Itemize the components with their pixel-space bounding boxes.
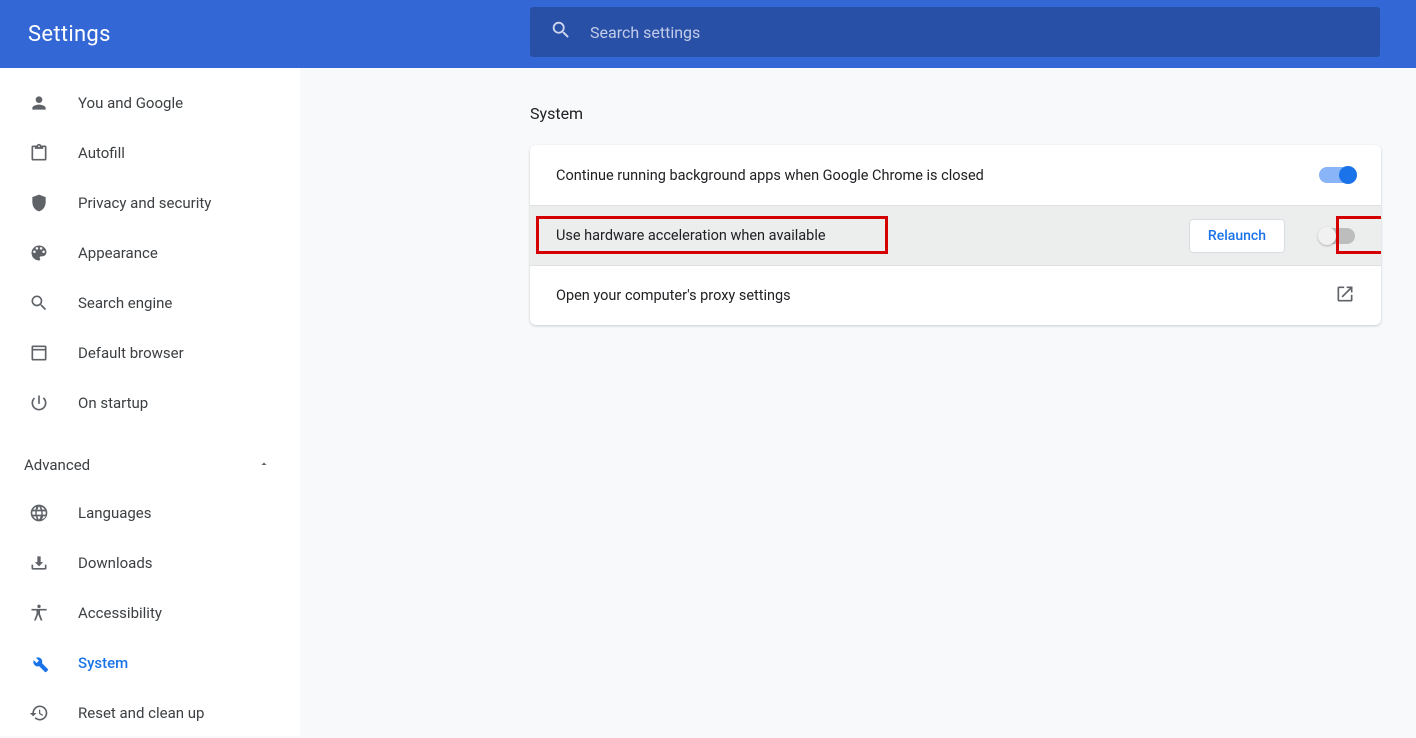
palette-icon	[28, 242, 50, 264]
advanced-section-header[interactable]: Advanced	[0, 442, 300, 488]
sidebar-item-label: Autofill	[78, 144, 125, 162]
sidebar-item-label: Privacy and security	[78, 194, 211, 212]
page-title: System	[530, 104, 1380, 123]
system-settings-card: Continue running background apps when Go…	[530, 145, 1381, 325]
sidebar-item-system[interactable]: System	[0, 638, 300, 688]
toggle-hardware-acceleration[interactable]	[1319, 228, 1355, 244]
sidebar-item-label: Default browser	[78, 344, 184, 362]
relaunch-button[interactable]: Relaunch	[1189, 219, 1285, 253]
search-icon	[550, 19, 590, 45]
search-icon	[28, 292, 50, 314]
sidebar-item-privacy[interactable]: Privacy and security	[0, 178, 300, 228]
sidebar-item-search-engine[interactable]: Search engine	[0, 278, 300, 328]
settings-sidebar: You and Google Autofill Privacy and securi…	[0, 68, 300, 736]
sidebar-item-default-browser[interactable]: Default browser	[0, 328, 300, 378]
sidebar-item-accessibility[interactable]: Accessibility	[0, 588, 300, 638]
clipboard-icon	[28, 142, 50, 164]
accessibility-icon	[28, 602, 50, 624]
power-icon	[28, 392, 50, 414]
globe-icon	[28, 502, 50, 524]
shield-icon	[28, 192, 50, 214]
advanced-section-label: Advanced	[24, 456, 90, 474]
sidebar-item-label: Accessibility	[78, 604, 162, 622]
sidebar-item-downloads[interactable]: Downloads	[0, 538, 300, 588]
sidebar-item-appearance[interactable]: Appearance	[0, 228, 300, 278]
restore-icon	[28, 702, 50, 724]
sidebar-item-label: Search engine	[78, 294, 172, 312]
row-background-apps: Continue running background apps when Go…	[530, 145, 1381, 205]
row-hardware-acceleration-label: Use hardware acceleration when available	[556, 227, 1189, 244]
search-settings-box[interactable]	[530, 7, 1380, 57]
download-icon	[28, 552, 50, 574]
row-background-apps-label: Continue running background apps when Go…	[556, 167, 1319, 184]
row-proxy-settings-label: Open your computer's proxy settings	[556, 287, 1335, 304]
row-hardware-acceleration: Use hardware acceleration when available…	[530, 205, 1381, 265]
sidebar-item-label: System	[78, 654, 128, 672]
row-proxy-settings[interactable]: Open your computer's proxy settings	[530, 265, 1381, 325]
sidebar-item-label: Downloads	[78, 554, 153, 572]
sidebar-item-languages[interactable]: Languages	[0, 488, 300, 538]
person-icon	[28, 92, 50, 114]
sidebar-item-reset[interactable]: Reset and clean up	[0, 688, 300, 738]
sidebar-item-label: Languages	[78, 504, 152, 522]
wrench-icon	[28, 652, 50, 674]
settings-main: System Continue running background apps …	[300, 68, 1416, 736]
sidebar-item-autofill[interactable]: Autofill	[0, 128, 300, 178]
app-title: Settings	[28, 22, 111, 47]
browser-icon	[28, 342, 50, 364]
sidebar-item-label: On startup	[78, 394, 148, 412]
sidebar-item-label: Reset and clean up	[78, 704, 204, 722]
sidebar-item-label: You and Google	[78, 94, 183, 112]
sidebar-item-you-and-google[interactable]: You and Google	[0, 78, 300, 128]
sidebar-item-label: Appearance	[78, 244, 158, 262]
toggle-background-apps[interactable]	[1319, 167, 1355, 183]
chevron-up-icon	[258, 456, 270, 474]
sidebar-item-on-startup[interactable]: On startup	[0, 378, 300, 428]
search-input[interactable]	[590, 23, 1360, 42]
open-external-icon	[1335, 284, 1355, 308]
